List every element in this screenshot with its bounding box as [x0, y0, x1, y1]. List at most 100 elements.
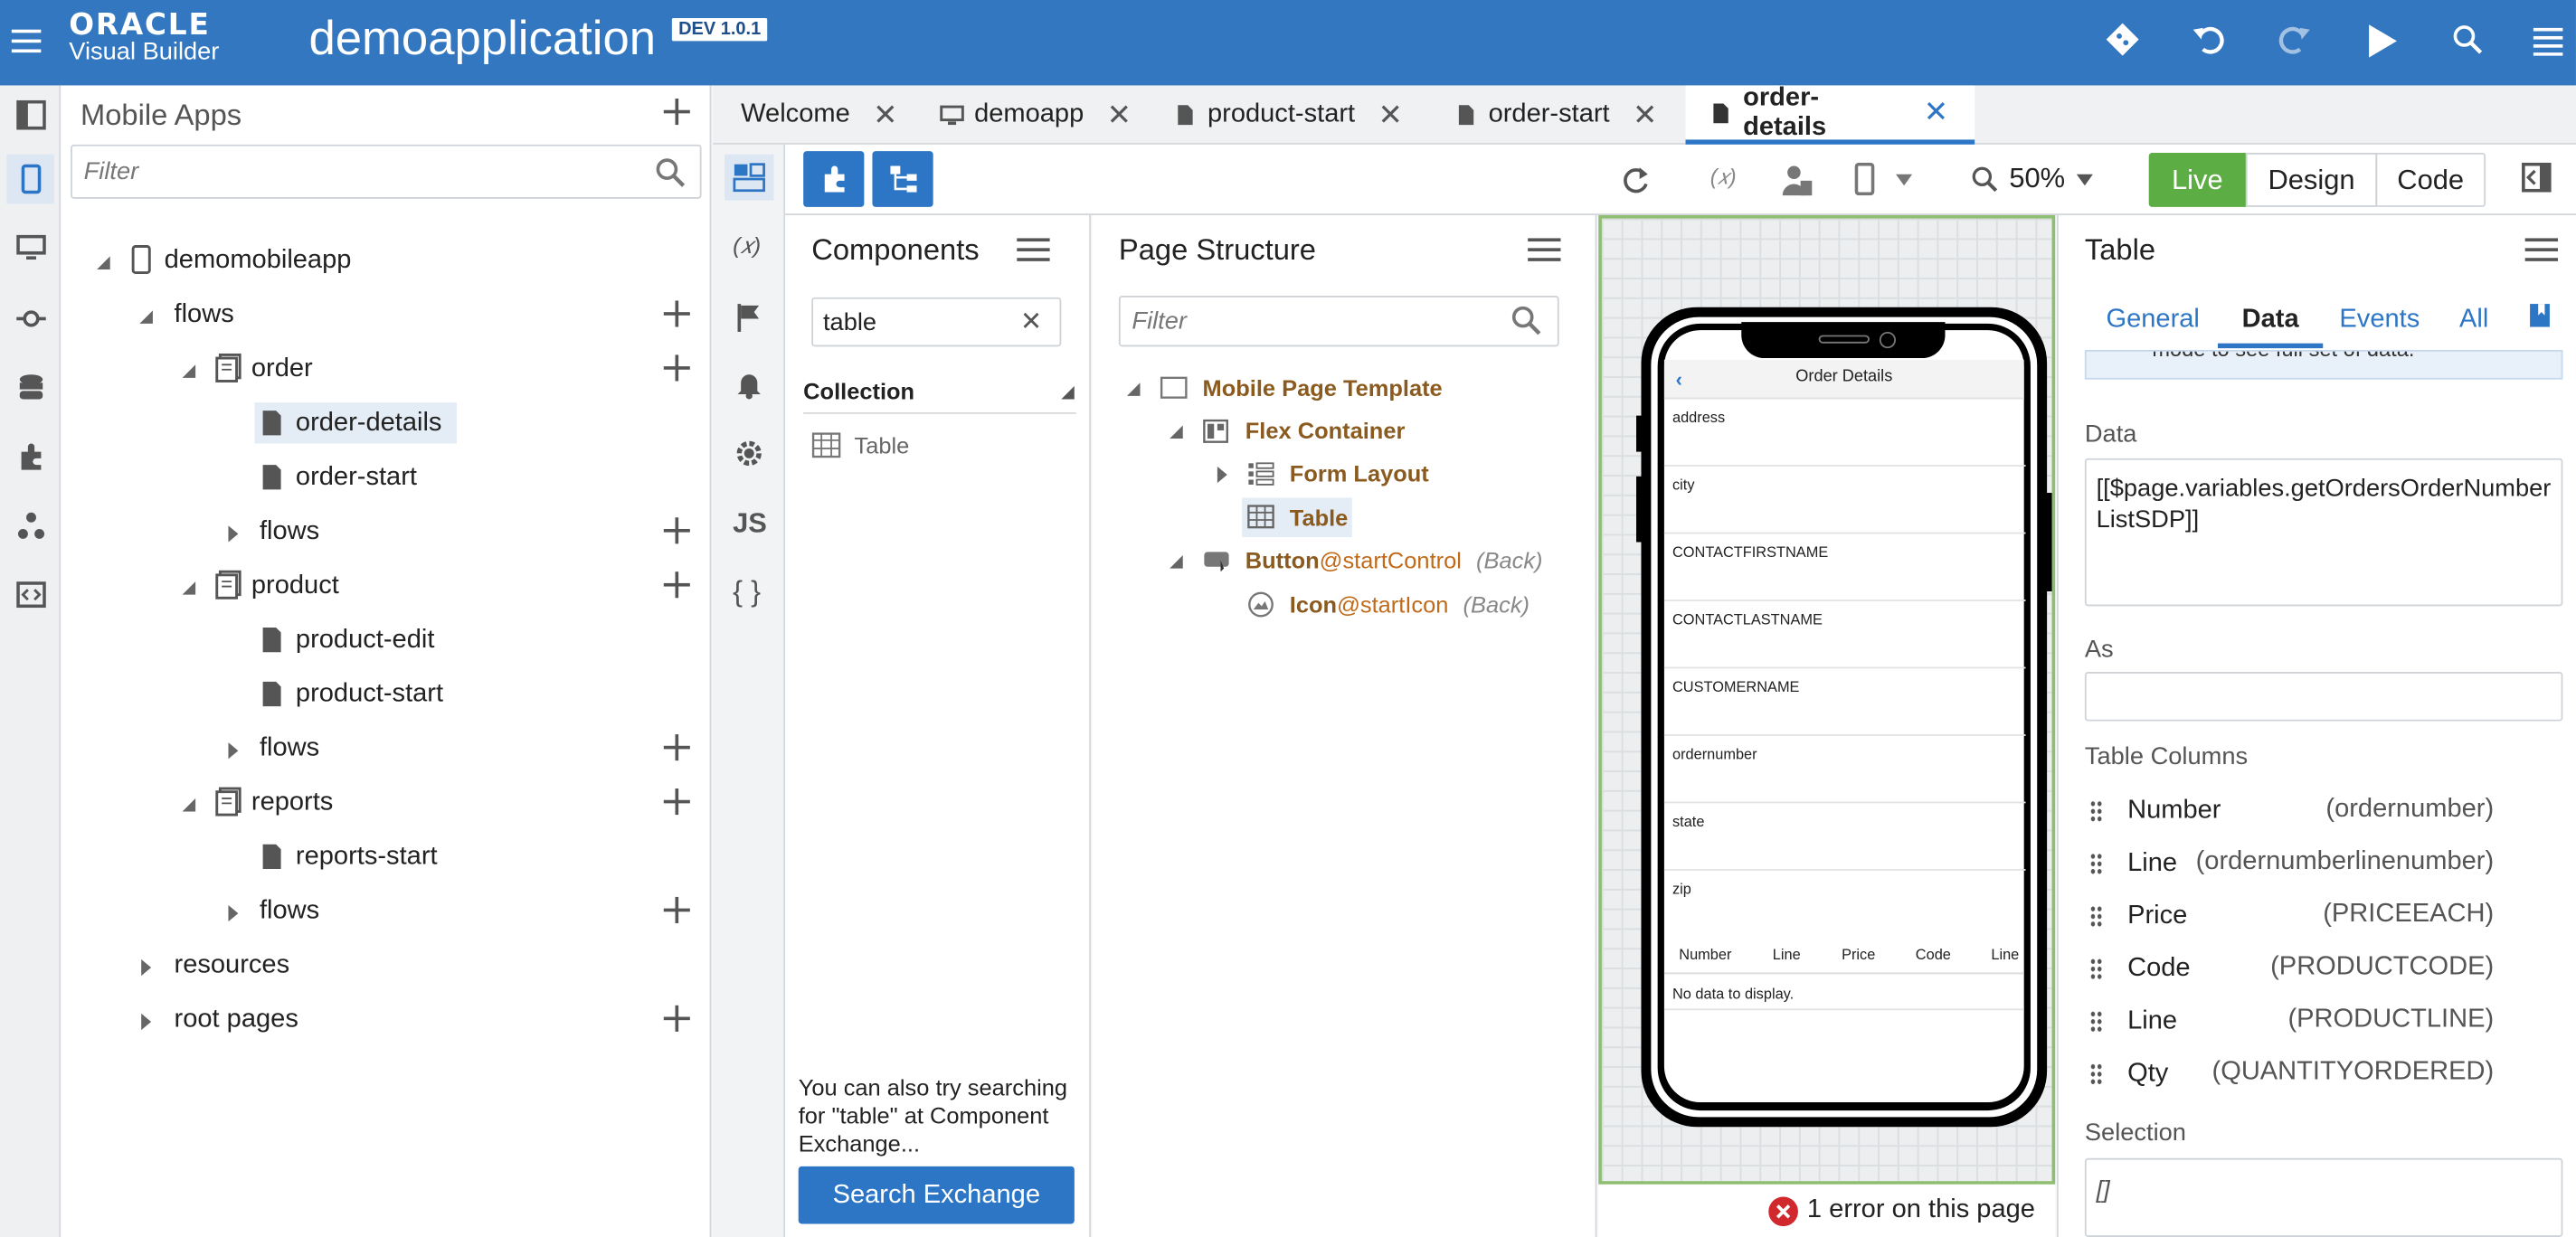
add-flow-icon[interactable] — [662, 895, 692, 925]
components-toggle-button[interactable] — [803, 151, 865, 207]
chevron-down-icon[interactable] — [1896, 174, 1913, 186]
table-column-row[interactable]: Line (PRODUCTLINE) — [2083, 997, 2560, 1050]
user-role-icon[interactable] — [1782, 165, 1813, 197]
form-field-ordernumber[interactable]: ordernumber — [1663, 736, 2026, 804]
structure-toggle-button[interactable] — [872, 151, 933, 207]
node-table[interactable]: Table — [1290, 505, 1349, 531]
collapse-icon[interactable] — [181, 363, 197, 379]
drag-handle-icon[interactable] — [2089, 958, 2103, 981]
table-header-line-2[interactable]: Line — [1991, 946, 2019, 962]
table-header-code[interactable]: Code — [1916, 946, 1951, 962]
add-root-page-icon[interactable] — [662, 1004, 692, 1034]
add-page-icon[interactable] — [662, 570, 692, 600]
add-icon[interactable] — [662, 97, 692, 127]
close-icon[interactable]: ✕ — [873, 98, 897, 132]
tree-item-demomobileapp[interactable]: demomobileapp — [165, 241, 352, 281]
collapse-icon[interactable] — [1125, 381, 1141, 397]
tree-item-order-details[interactable]: order-details — [296, 404, 442, 444]
drag-handle-icon[interactable] — [2089, 1062, 2103, 1086]
collapse-icon[interactable] — [138, 309, 155, 326]
tree-item-resources[interactable]: resources — [175, 946, 290, 986]
expand-icon[interactable] — [225, 742, 242, 760]
property-panel-toggle-icon[interactable] — [2522, 162, 2552, 193]
clear-icon[interactable]: ✕ — [1020, 306, 1042, 338]
close-icon[interactable]: ✕ — [1924, 95, 1948, 129]
designer-icon[interactable] — [724, 154, 774, 201]
node-icon[interactable]: Icon — [1290, 591, 1337, 618]
form-field-zip[interactable]: zip — [1664, 871, 2026, 938]
redo-icon[interactable] — [2277, 22, 2313, 58]
tree-item-product-flows[interactable]: flows — [260, 730, 319, 770]
form-field-customername[interactable]: CUSTOMERNAME — [1663, 668, 2026, 736]
tree-item-flows[interactable]: flows — [175, 296, 234, 335]
tab-product-start[interactable]: product-start ✕ — [1176, 85, 1403, 144]
search-exchange-button[interactable]: Search Exchange — [798, 1166, 1075, 1224]
drag-handle-icon[interactable] — [2089, 1010, 2103, 1034]
table-component-item[interactable]: Table — [854, 432, 909, 458]
zoom-icon[interactable] — [1972, 165, 1998, 193]
as-input[interactable] — [2084, 672, 2563, 722]
tab-order-details[interactable]: order-details ✕ — [1685, 83, 1975, 145]
table-header-line[interactable]: Line — [1773, 946, 1801, 962]
processes-icon[interactable] — [6, 501, 54, 551]
live-mode-button[interactable]: Live — [2148, 152, 2246, 207]
table-column-row[interactable]: Line (ordernumberlinenumber) — [2083, 839, 2560, 892]
drag-handle-icon[interactable] — [2089, 799, 2103, 824]
table-header-price[interactable]: Price — [1842, 946, 1875, 962]
drag-handle-icon[interactable] — [2089, 905, 2103, 929]
close-icon[interactable]: ✕ — [1633, 98, 1657, 132]
table-header-number[interactable]: Number — [1679, 946, 1731, 962]
variables-icon[interactable]: (𝑥) — [733, 231, 761, 260]
undo-icon[interactable] — [2190, 22, 2226, 58]
flag-icon[interactable] — [736, 302, 762, 332]
json-icon[interactable]: { } — [733, 575, 761, 609]
zoom-level[interactable]: 50% — [2009, 163, 2065, 195]
add-flow-icon[interactable] — [662, 515, 692, 545]
quick-start-icon[interactable] — [2528, 302, 2551, 328]
tree-item-product-edit[interactable]: product-edit — [296, 621, 434, 661]
expand-icon[interactable] — [225, 525, 242, 543]
section-toggle-icon[interactable] — [1061, 385, 1075, 400]
close-icon[interactable]: ✕ — [1378, 98, 1403, 132]
expand-icon[interactable] — [138, 1013, 155, 1031]
table-column-row[interactable]: Number (ordernumber) — [2083, 787, 2560, 839]
table-column-row[interactable]: Qty (QUANTITYORDERED) — [2083, 1050, 2560, 1102]
collapse-icon[interactable] — [181, 580, 197, 596]
add-flow-icon[interactable] — [662, 299, 692, 329]
data-expression-field[interactable]: [[$page.variables.getOrdersOrderNumberLi… — [2084, 458, 2563, 607]
bell-icon[interactable] — [734, 370, 764, 400]
search-icon[interactable] — [656, 157, 686, 187]
tab-events[interactable]: Events — [2339, 306, 2420, 335]
components-icon[interactable] — [6, 432, 54, 482]
expand-icon[interactable] — [225, 905, 242, 922]
navigator-filter-input[interactable]: Filter — [71, 144, 702, 199]
tree-item-root-pages[interactable]: root pages — [175, 1000, 298, 1040]
add-page-icon[interactable] — [662, 787, 692, 817]
collapse-icon[interactable] — [1168, 424, 1184, 440]
tree-item-reports-flows[interactable]: flows — [260, 892, 319, 931]
table-column-row[interactable]: Code (PRODUCTCODE) — [2083, 945, 2560, 997]
tab-demoapp[interactable]: demoapp ✕ — [940, 85, 1132, 144]
structure-filter-input[interactable]: Filter — [1118, 296, 1559, 347]
form-field-city[interactable]: city — [1663, 467, 2026, 534]
services-icon[interactable] — [6, 294, 54, 344]
source-view-icon[interactable] — [6, 570, 54, 619]
form-field-contactlastname[interactable]: CONTACTLASTNAME — [1663, 601, 2026, 669]
menu-icon[interactable] — [1017, 238, 1050, 264]
design-mode-button[interactable]: Design — [2245, 152, 2378, 207]
search-icon[interactable] — [2453, 24, 2483, 54]
node-mobile-page-template[interactable]: Mobile Page Template — [1203, 374, 1443, 401]
tab-welcome[interactable]: Welcome ✕ — [741, 85, 897, 144]
form-field-contactfirstname[interactable]: CONTACTFIRSTNAME — [1663, 534, 2026, 601]
node-flex-container[interactable]: Flex Container — [1245, 417, 1406, 443]
business-objects-icon[interactable] — [6, 363, 54, 412]
expand-icon[interactable] — [1214, 466, 1230, 484]
web-apps-icon[interactable] — [6, 223, 54, 273]
add-flow-icon[interactable] — [662, 732, 692, 762]
mobile-apps-icon[interactable] — [6, 154, 54, 204]
error-icon[interactable] — [1767, 1196, 1799, 1228]
collapse-panel-icon[interactable] — [6, 90, 54, 140]
tab-order-start[interactable]: order-start ✕ — [1457, 85, 1657, 144]
run-icon[interactable] — [2365, 23, 2398, 59]
collapse-icon[interactable] — [95, 255, 111, 271]
